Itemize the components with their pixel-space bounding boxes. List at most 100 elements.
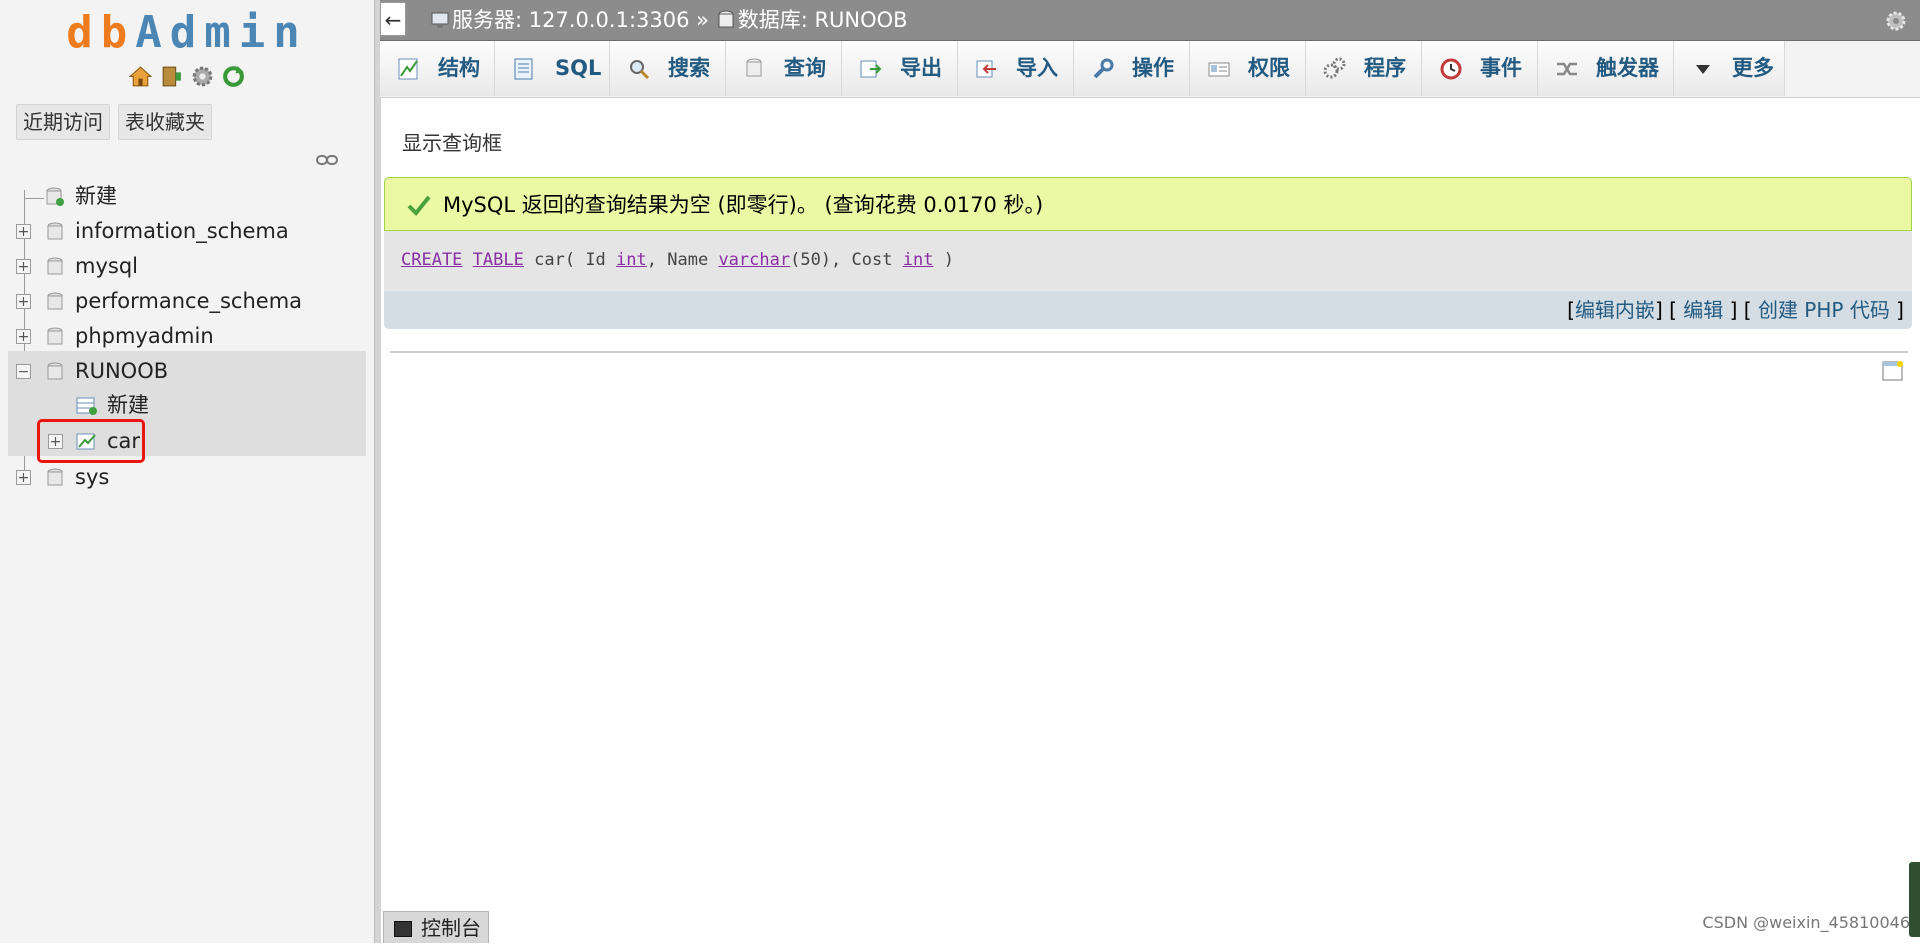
query-db-icon (746, 58, 762, 77)
tab-label: 程序 (1364, 56, 1406, 80)
expand-icon[interactable]: + (16, 294, 31, 309)
tree-item-mysql[interactable]: + mysql (8, 249, 348, 284)
tab-structure[interactable]: 结构 (380, 41, 495, 96)
tab-operations[interactable]: 操作 (1074, 41, 1190, 96)
tree-item-label: RUNOOB (75, 359, 169, 383)
database-icon (718, 10, 734, 28)
link-icon[interactable] (316, 153, 338, 167)
console-label: 控制台 (421, 916, 481, 940)
tab-triggers[interactable]: 触发器 (1538, 41, 1674, 96)
tree-item-information-schema[interactable]: + information_schema (8, 214, 348, 249)
sql-text: car( (534, 250, 576, 270)
breadcrumb-database[interactable]: 数据库: RUNOOB (738, 8, 908, 32)
sql-keyword[interactable]: TABLE (473, 250, 524, 270)
sql-text: , Cost (831, 250, 893, 270)
sql-type[interactable]: varchar (718, 250, 790, 270)
sql-icon (514, 58, 533, 80)
notes-icon[interactable] (1882, 360, 1904, 382)
edit-link[interactable]: 编辑 (1683, 298, 1723, 322)
tab-label: 查询 (784, 56, 826, 80)
tab-label: 事件 (1480, 56, 1522, 80)
breadcrumb-separator: » (696, 8, 710, 32)
database-exit-icon[interactable] (159, 64, 184, 89)
create-php-code-link[interactable]: 创建 PHP 代码 (1758, 298, 1890, 322)
structure-icon (398, 58, 418, 80)
search-icon (630, 60, 650, 80)
console-button[interactable]: 控制台 (383, 911, 489, 943)
tab-label: 结构 (438, 56, 480, 80)
tab-label: 更多 (1732, 56, 1774, 80)
tree-item-phpmyadmin[interactable]: + phpmyadmin (8, 319, 348, 354)
show-query-box-link[interactable]: 显示查询框 (402, 127, 502, 156)
annotation-highlight-box (37, 419, 145, 463)
tree-item-performance-schema[interactable]: + performance_schema (8, 284, 348, 319)
expand-icon[interactable]: + (16, 470, 31, 485)
logo-part-db: db (66, 7, 136, 58)
new-table-icon (76, 397, 97, 415)
tab-privileges[interactable]: 权限 (1190, 41, 1306, 96)
tab-search[interactable]: 搜索 (610, 41, 726, 96)
expand-icon[interactable]: + (16, 329, 31, 344)
gear-icon[interactable] (1884, 9, 1908, 33)
logo[interactable]: dbAdmin (0, 10, 374, 56)
tab-label: 操作 (1132, 56, 1174, 80)
tree-item-runoob[interactable]: − RUNOOB (8, 354, 348, 389)
refresh-icon[interactable] (221, 64, 246, 89)
sql-code: CREATE TABLE car( Id int, Name varchar(5… (401, 231, 954, 289)
query-action-links: [编辑内嵌] [ 编辑 ] [ 创建 PHP 代码 ] (1567, 298, 1904, 322)
breadcrumb-bar: ← 服务器: 127.0.0.1:3306 » 数据库: RUNOOB (380, 0, 1920, 41)
tree-item-label: performance_schema (75, 289, 303, 313)
tab-routines[interactable]: 程序 (1306, 41, 1422, 96)
main-content: 显示查询框 MySQL 返回的查询结果为空 (即零行)。 (查询花费 0.017… (380, 98, 1920, 943)
expand-icon[interactable]: + (16, 224, 31, 239)
database-icon (47, 292, 63, 310)
database-icon (47, 327, 63, 345)
tree-item-label: mysql (75, 254, 138, 278)
tree-item-new-table[interactable]: 新建 (8, 388, 348, 423)
export-icon (860, 60, 882, 78)
console-icon (394, 921, 412, 937)
sql-keyword[interactable]: CREATE (401, 250, 462, 270)
database-icon (47, 257, 63, 275)
tab-more[interactable]: 更多 (1674, 41, 1785, 96)
privileges-icon (1208, 62, 1230, 77)
tab-export[interactable]: 导出 (842, 41, 958, 96)
breadcrumb: 服务器: 127.0.0.1:3306 » 数据库: RUNOOB (430, 0, 908, 40)
gear-icon[interactable] (190, 64, 215, 89)
routines-icon (1323, 57, 1346, 79)
tab-bar: 结构 SQL 搜索 查询 导出 导入 操作 权限 程序 事件 触发器 更多 (380, 41, 1920, 98)
tab-import[interactable]: 导入 (958, 41, 1074, 96)
tab-label: 权限 (1248, 56, 1290, 80)
tab-sql[interactable]: SQL (495, 41, 610, 96)
favorites-tab[interactable]: 表收藏夹 (118, 104, 212, 140)
sql-text: Id (585, 250, 606, 270)
success-message: MySQL 返回的查询结果为空 (即零行)。 (查询花费 0.0170 秒。) (384, 177, 1912, 231)
sql-type[interactable]: int (903, 250, 934, 270)
collapse-icon[interactable]: − (16, 364, 31, 379)
breadcrumb-server[interactable]: 服务器: 127.0.0.1:3306 (452, 8, 689, 32)
wrench-icon (1093, 58, 1114, 79)
expand-icon[interactable]: + (16, 259, 31, 274)
home-icon[interactable] (128, 64, 153, 89)
success-text: MySQL 返回的查询结果为空 (即零行)。 (查询花费 0.0170 秒。) (443, 193, 1044, 217)
watermark: CSDN @weixin_45810046 (1702, 913, 1910, 932)
tab-events[interactable]: 事件 (1422, 41, 1538, 96)
query-actions: [编辑内嵌] [ 编辑 ] [ 创建 PHP 代码 ] (384, 291, 1912, 329)
tab-label: 导出 (900, 56, 942, 80)
new-db-icon (46, 187, 64, 206)
sql-type[interactable]: int (616, 250, 647, 270)
scroll-handle[interactable] (1909, 862, 1920, 937)
tab-label: 触发器 (1596, 56, 1659, 80)
collapse-nav-button[interactable]: ← (380, 2, 406, 36)
recent-tab[interactable]: 近期访问 (16, 104, 110, 140)
logo-part-admin: Admin (135, 7, 308, 58)
tree-item-sys[interactable]: + sys (8, 460, 348, 495)
server-icon (431, 12, 449, 28)
triggers-icon (1557, 62, 1577, 76)
tree-item-label: 新建 (75, 184, 117, 208)
tab-query[interactable]: 查询 (726, 41, 842, 96)
edit-inline-link[interactable]: 编辑内嵌 (1575, 298, 1655, 322)
navigation-panel: dbAdmin 近期访问 表收藏夹 新建 + information_schem… (0, 0, 374, 943)
sql-text: ) (943, 250, 954, 270)
tree-item-new[interactable]: 新建 (8, 179, 348, 214)
